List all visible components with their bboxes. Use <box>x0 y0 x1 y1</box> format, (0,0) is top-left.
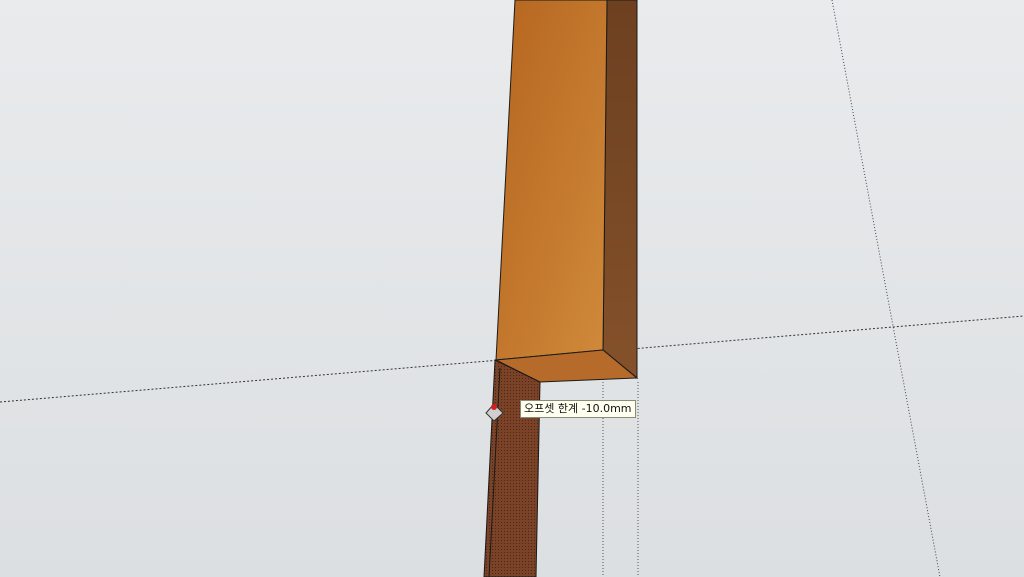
tooltip-label: 오프셋 한계 <box>524 402 579 415</box>
block-front-face <box>495 0 608 361</box>
block-side-face <box>602 0 638 380</box>
3d-scene[interactable] <box>0 0 1024 577</box>
offset-limit-tooltip: 오프셋 한계 -10.0mm <box>520 400 636 418</box>
sketchup-model-viewport[interactable]: 오프셋 한계 -10.0mm <box>0 0 1024 577</box>
tooltip-value: -10.0mm <box>581 402 632 415</box>
